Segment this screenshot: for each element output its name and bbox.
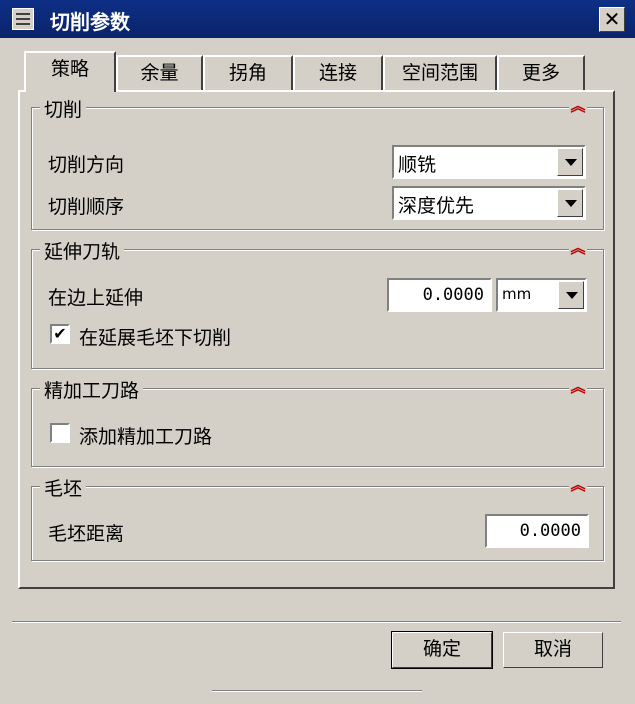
collapse-icon[interactable]: ︽ xyxy=(569,379,587,397)
cut-order-value: 深度优先 xyxy=(398,195,475,217)
collapse-icon[interactable]: ︽ xyxy=(569,477,587,495)
group-cutting: 切削 ︽ 切削方向 顺铣 切削顺序 深度优先 xyxy=(31,95,604,230)
unit-select[interactable]: mm xyxy=(496,278,587,312)
tab-more[interactable]: 更多 xyxy=(497,55,585,91)
dialog-title: 切削参数 xyxy=(50,10,130,34)
close-icon: ✕ xyxy=(603,7,621,31)
group-blank: 毛坯 ︽ 毛坯距离 0.0000 xyxy=(31,474,604,561)
chevron-down-icon[interactable] xyxy=(557,189,583,217)
cut-below-checkbox[interactable]: ✔ xyxy=(50,324,70,344)
tab-stock[interactable]: 余量 xyxy=(116,55,203,91)
separator xyxy=(12,621,621,623)
blank-distance-input[interactable]: 0.0000 xyxy=(485,514,589,548)
tab-containment[interactable]: 空间范围 xyxy=(383,55,497,91)
chevron-down-icon[interactable] xyxy=(558,281,584,309)
title-bar: 切削参数 ✕ xyxy=(0,0,635,38)
tab-strategy[interactable]: 策略 xyxy=(24,51,116,92)
chevron-down-icon[interactable] xyxy=(557,148,583,176)
resize-grip[interactable] xyxy=(212,690,422,692)
cut-direction-label: 切削方向 xyxy=(48,154,125,176)
tab-panel-strategy: 切削 ︽ 切削方向 顺铣 切削顺序 深度优先 延伸刀轨 ︽ 在边上延伸 0.00… xyxy=(18,90,615,589)
group-title-extend: 延伸刀轨 xyxy=(40,237,125,264)
group-extend-path: 延伸刀轨 ︽ 在边上延伸 0.0000 mm ✔ 在延展毛坯下切削 xyxy=(31,237,604,369)
add-finish-label: 添加精加工刀路 xyxy=(79,426,213,448)
cutting-params-dialog: 切削参数 ✕ 策略 余量 拐角 连接 空间范围 更多 切削 ︽ 切削方向 顺铣 … xyxy=(0,0,635,704)
collapse-icon[interactable]: ︽ xyxy=(569,240,587,258)
ok-button[interactable]: 确定 xyxy=(391,631,493,669)
extend-edge-label: 在边上延伸 xyxy=(48,287,144,309)
collapse-icon[interactable]: ︽ xyxy=(569,98,587,116)
cut-order-select[interactable]: 深度优先 xyxy=(392,186,586,220)
extend-edge-input[interactable]: 0.0000 xyxy=(387,278,492,312)
cancel-button[interactable]: 取消 xyxy=(503,632,603,668)
group-finish-passes: 精加工刀路 ︽ 添加精加工刀路 xyxy=(31,376,604,467)
tab-corners[interactable]: 拐角 xyxy=(203,55,293,91)
cut-below-label: 在延展毛坯下切削 xyxy=(79,327,232,349)
group-title-blank: 毛坯 xyxy=(40,474,87,501)
blank-distance-label: 毛坯距离 xyxy=(48,523,125,545)
cut-direction-value: 顺铣 xyxy=(398,154,437,176)
cut-direction-select[interactable]: 顺铣 xyxy=(392,145,586,179)
unit-value: mm xyxy=(502,285,532,303)
tab-connections[interactable]: 连接 xyxy=(293,55,383,91)
add-finish-checkbox[interactable] xyxy=(50,423,70,443)
group-title-finish: 精加工刀路 xyxy=(40,376,144,403)
cut-order-label: 切削顺序 xyxy=(48,196,125,218)
dialog-icon xyxy=(12,8,34,30)
close-button[interactable]: ✕ xyxy=(599,7,625,32)
group-title-cutting: 切削 xyxy=(40,95,87,122)
